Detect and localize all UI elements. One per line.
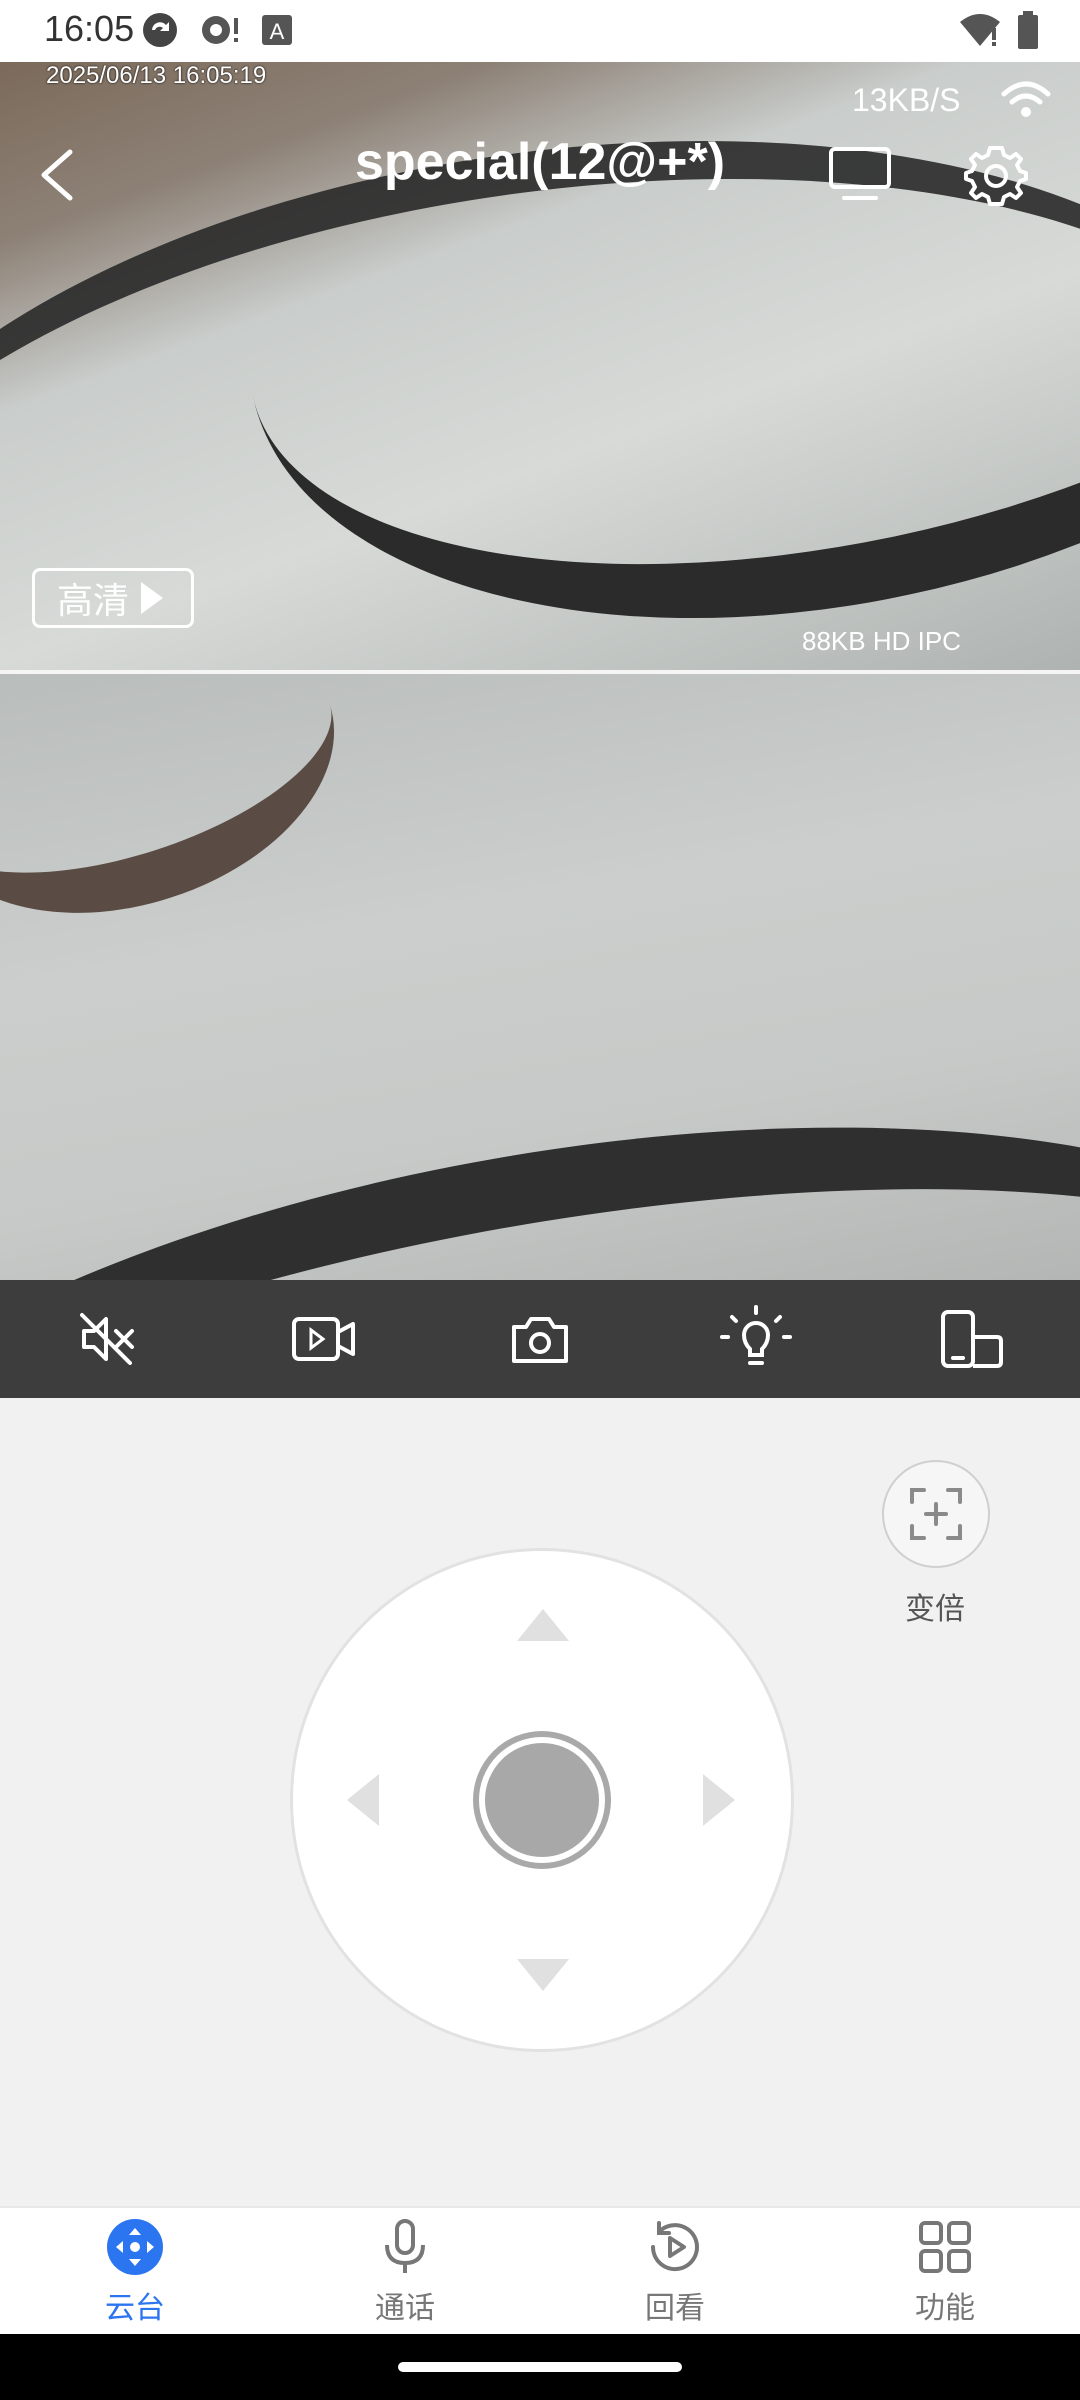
nav-label: 功能	[915, 2292, 975, 2325]
zoom-icon	[910, 1488, 962, 1540]
ptz-right-arrow[interactable]	[703, 1774, 735, 1826]
play-icon	[141, 582, 164, 614]
video-scene	[0, 1011, 1080, 1280]
device-title: special(12@+*)	[354, 133, 726, 191]
record-icon	[292, 1317, 355, 1361]
video-toolbar	[0, 1280, 1080, 1398]
notification-icons: A	[140, 10, 294, 50]
sync-icon	[143, 13, 177, 47]
ptz-left-arrow[interactable]	[347, 1774, 379, 1826]
status-time: 16:05	[44, 8, 135, 49]
system-status-icons	[958, 10, 1040, 50]
zoom-button[interactable]	[882, 1460, 990, 1568]
svg-text:A: A	[270, 19, 285, 44]
orientation-icon	[941, 1310, 1003, 1368]
nav-label: 通话	[375, 2292, 435, 2325]
camera-notify-icon	[202, 16, 238, 44]
quality-toggle-button[interactable]: 高清	[32, 568, 194, 628]
camera-info: 88KB HD IPC	[802, 626, 961, 656]
light-icon	[720, 1305, 792, 1365]
playback-icon	[650, 2221, 699, 2272]
wifi-icon	[1001, 81, 1051, 117]
bottom-nav: 云台 通话 回看 功能	[0, 2206, 1080, 2336]
video-feed-second[interactable]	[0, 674, 1080, 1280]
microphone-icon	[385, 2219, 425, 2273]
nav-item-functions[interactable]: 功能	[810, 2208, 1080, 2336]
nav-item-talk[interactable]: 通话	[270, 2208, 540, 2336]
ptz-icon	[107, 2219, 163, 2275]
nav-item-ptz[interactable]: 云台	[0, 2208, 270, 2336]
record-button[interactable]	[216, 1280, 432, 1398]
video-scene	[0, 674, 372, 963]
network-speed: 13KB/S	[852, 82, 961, 118]
status-bar: 16:05 A	[0, 0, 1080, 62]
settings-icon[interactable]	[964, 142, 1028, 206]
nav-label: 云台	[105, 2292, 165, 2325]
ptz-joystick[interactable]	[290, 1548, 794, 2052]
snapshot-icon	[512, 1317, 568, 1363]
orientation-button[interactable]	[864, 1280, 1080, 1398]
mute-icon	[80, 1313, 134, 1365]
monitor-icon[interactable]	[828, 146, 892, 202]
zoom-label: 变倍	[905, 1593, 965, 1626]
light-button[interactable]	[648, 1280, 864, 1398]
snapshot-button[interactable]	[432, 1280, 648, 1398]
a-box-icon: A	[262, 15, 292, 45]
ptz-down-arrow[interactable]	[517, 1959, 569, 1991]
video-timestamp: 2025/06/13 16:05:19	[46, 62, 267, 89]
mute-button[interactable]	[0, 1280, 216, 1398]
ptz-knob[interactable]	[479, 1737, 605, 1863]
ptz-up-arrow[interactable]	[517, 1609, 569, 1641]
home-indicator[interactable]	[398, 2362, 682, 2372]
wifi-alert-icon	[960, 14, 1000, 46]
battery-icon	[1018, 11, 1038, 49]
grid-icon	[919, 2221, 971, 2273]
quality-label: 高清	[57, 580, 130, 621]
nav-label: 回看	[645, 2292, 705, 2325]
nav-item-playback[interactable]: 回看	[540, 2208, 810, 2336]
system-nav-bar	[0, 2334, 1080, 2400]
